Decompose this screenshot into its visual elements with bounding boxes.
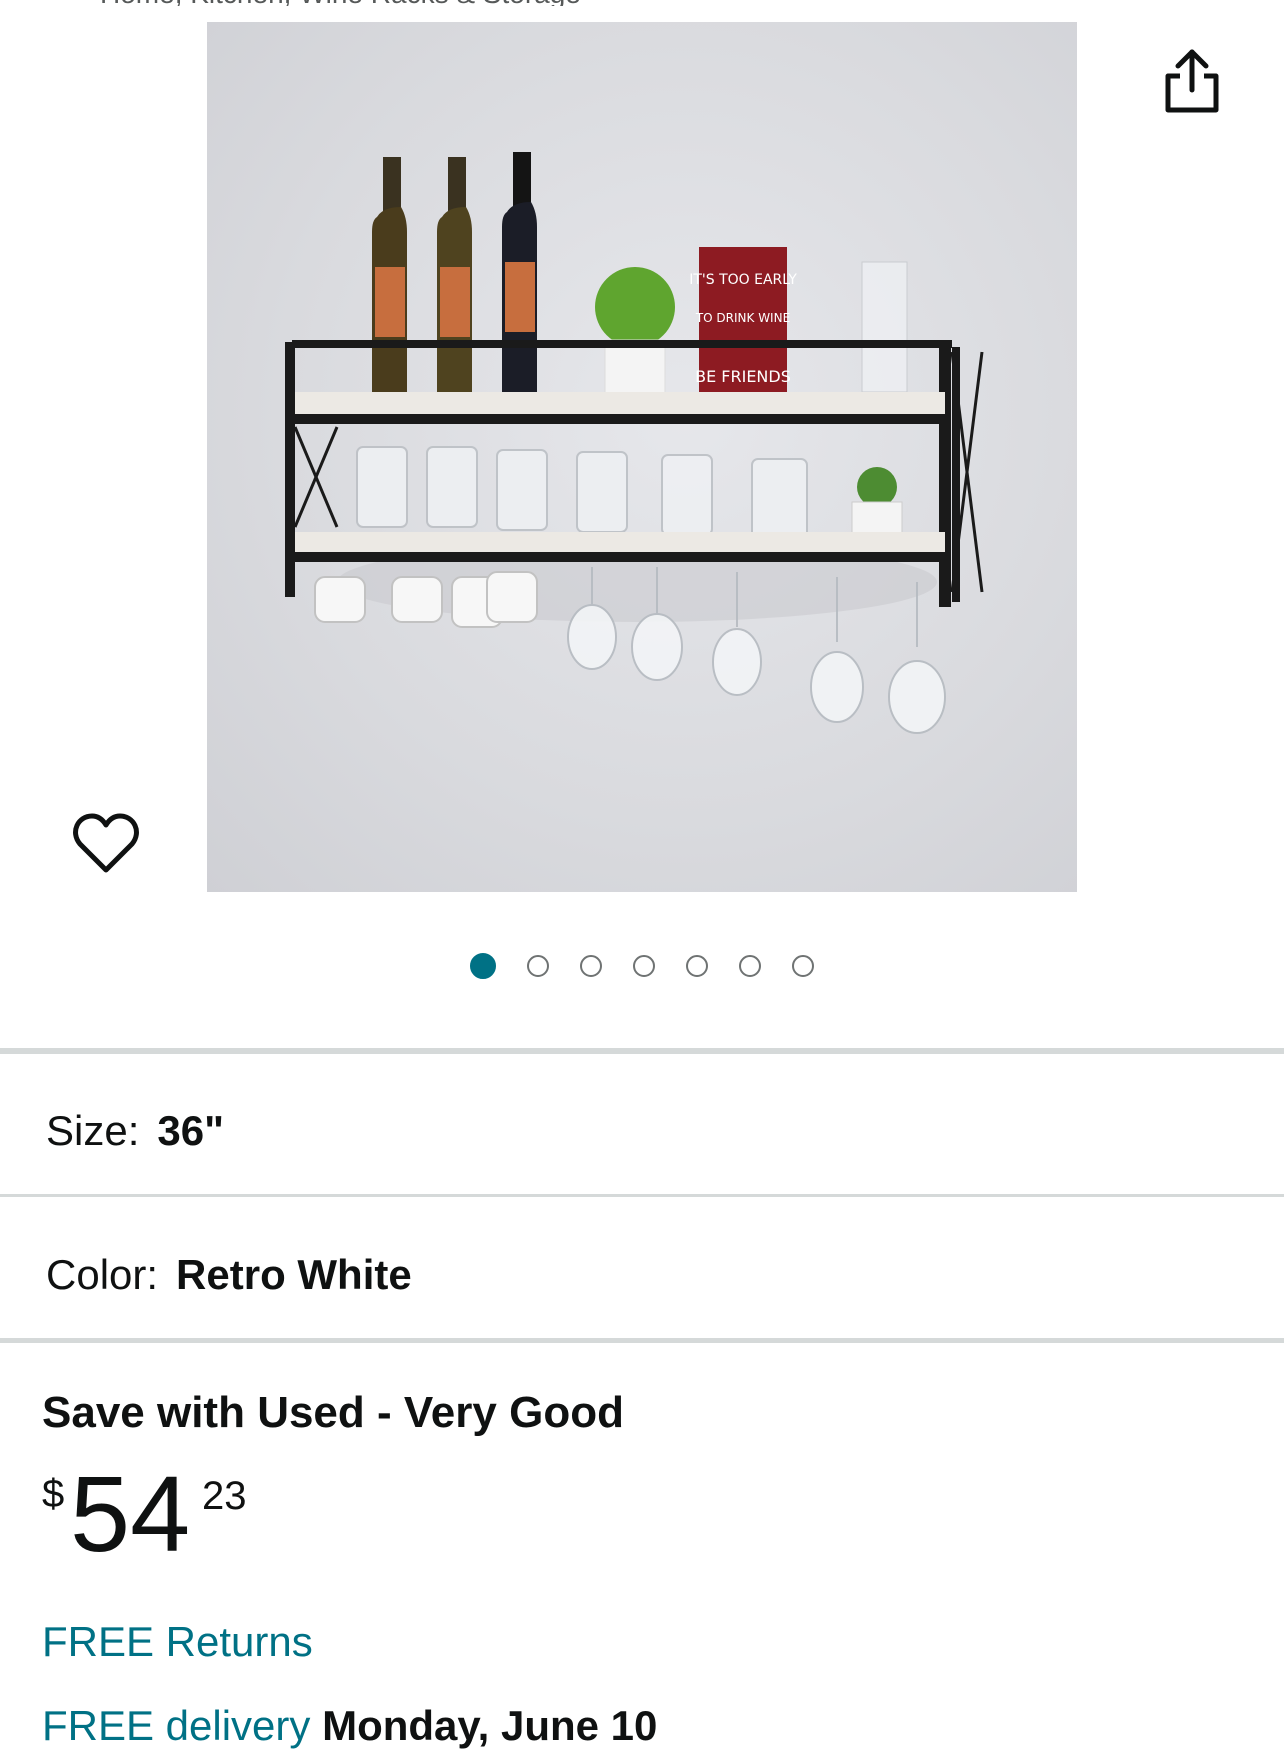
carousel-dot-7[interactable] <box>792 955 814 977</box>
svg-text:TO DRINK WINE: TO DRINK WINE <box>695 311 790 325</box>
free-delivery-link[interactable]: FREE delivery <box>42 1702 310 1749</box>
wine-bottles <box>372 152 537 397</box>
delivery-date: Monday, June 10 <box>322 1702 658 1749</box>
free-returns-link[interactable]: FREE Returns <box>42 1618 313 1666</box>
section-divider <box>0 1048 1284 1054</box>
carousel-dot-1[interactable] <box>470 953 496 979</box>
carousel-dot-3[interactable] <box>580 955 602 977</box>
color-label: Color: <box>46 1251 159 1298</box>
carousel-dot-6[interactable] <box>739 955 761 977</box>
price-whole: 54 <box>70 1453 191 1574</box>
delivery-info: FREE delivery Monday, June 10 <box>42 1702 657 1750</box>
section-divider <box>0 1338 1284 1343</box>
heart-icon <box>73 813 139 873</box>
image-carousel-dots <box>0 953 1284 985</box>
price-fraction: 23 <box>202 1474 247 1518</box>
product-image[interactable]: IT'S TOO EARLY TO DRINK WINE BE FRIENDS <box>207 22 1077 892</box>
color-selector[interactable]: Color: Retro White <box>46 1251 412 1299</box>
wine-rack-illustration: IT'S TOO EARLY TO DRINK WINE BE FRIENDS <box>285 152 984 734</box>
offer-heading: Save with Used - Very Good <box>42 1388 624 1437</box>
share-icon <box>1165 49 1219 113</box>
carousel-dot-5[interactable] <box>686 955 708 977</box>
size-selector[interactable]: Size: 36" <box>46 1107 224 1155</box>
clipped-breadcrumb: Home, Kitchen, Wine Racks & Storage <box>0 0 1284 6</box>
carousel-dot-4[interactable] <box>633 955 655 977</box>
svg-text:IT'S TOO EARLY: IT'S TOO EARLY <box>689 272 797 288</box>
color-value: Retro White <box>176 1251 412 1298</box>
size-label: Size: <box>46 1107 140 1154</box>
share-button[interactable] <box>1160 46 1224 116</box>
size-value: 36" <box>157 1107 225 1154</box>
price-symbol: $ <box>42 1472 65 1516</box>
row-divider <box>0 1194 1284 1197</box>
svg-text:BE FRIENDS: BE FRIENDS <box>695 367 791 386</box>
favorite-button[interactable] <box>72 812 140 876</box>
carousel-dot-2[interactable] <box>527 955 549 977</box>
